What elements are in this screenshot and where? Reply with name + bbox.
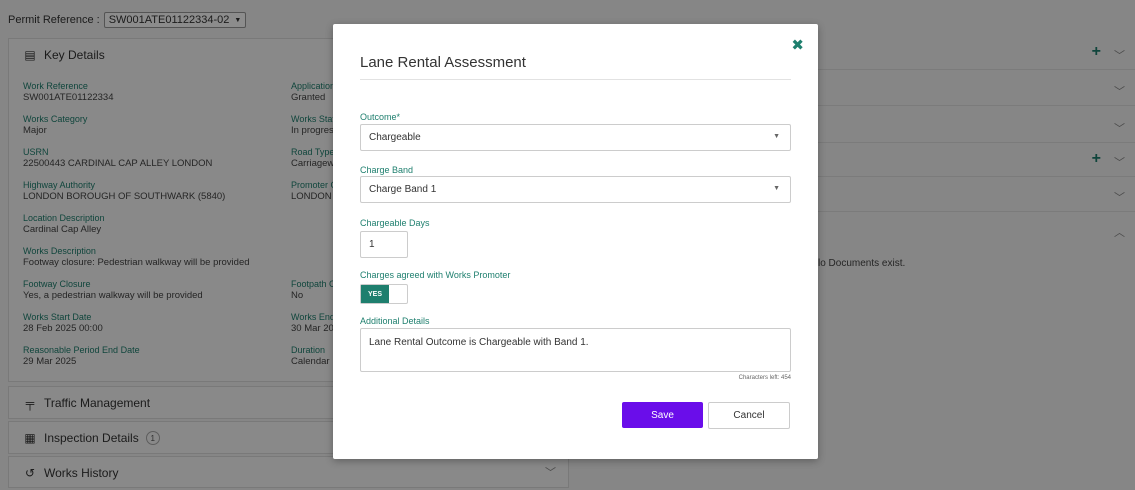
characters-left: Characters left: 454 [738,375,791,381]
divider [360,79,791,80]
toggle-on-label: YES [361,285,389,303]
chargeable-days-label: Chargeable Days [360,218,430,228]
close-icon[interactable]: ✖ [791,36,804,54]
lane-rental-modal: ✖ Lane Rental Assessment Outcome* Charge… [333,24,818,459]
cancel-button[interactable]: Cancel [708,402,790,429]
additional-details-textarea[interactable]: Lane Rental Outcome is Chargeable with B… [360,328,791,372]
charge-band-value: Charge Band 1 [369,184,437,195]
charge-band-label: Charge Band [360,165,414,175]
save-button[interactable]: Save [622,402,703,428]
modal-title: Lane Rental Assessment [360,54,526,71]
charge-band-select[interactable]: Charge Band 1 ▼ [360,176,791,203]
additional-details-label: Additional Details [360,316,430,326]
outcome-select[interactable]: Chargeable ▼ [360,124,791,151]
caret-down-icon: ▼ [773,133,780,140]
chargeable-days-input[interactable]: 1 [360,231,408,258]
caret-down-icon: ▼ [773,185,780,192]
charges-agreed-label: Charges agreed with Works Promoter [360,270,511,280]
charges-agreed-toggle[interactable]: YES [360,284,408,304]
outcome-value: Chargeable [369,132,421,143]
outcome-label: Outcome* [360,112,401,122]
